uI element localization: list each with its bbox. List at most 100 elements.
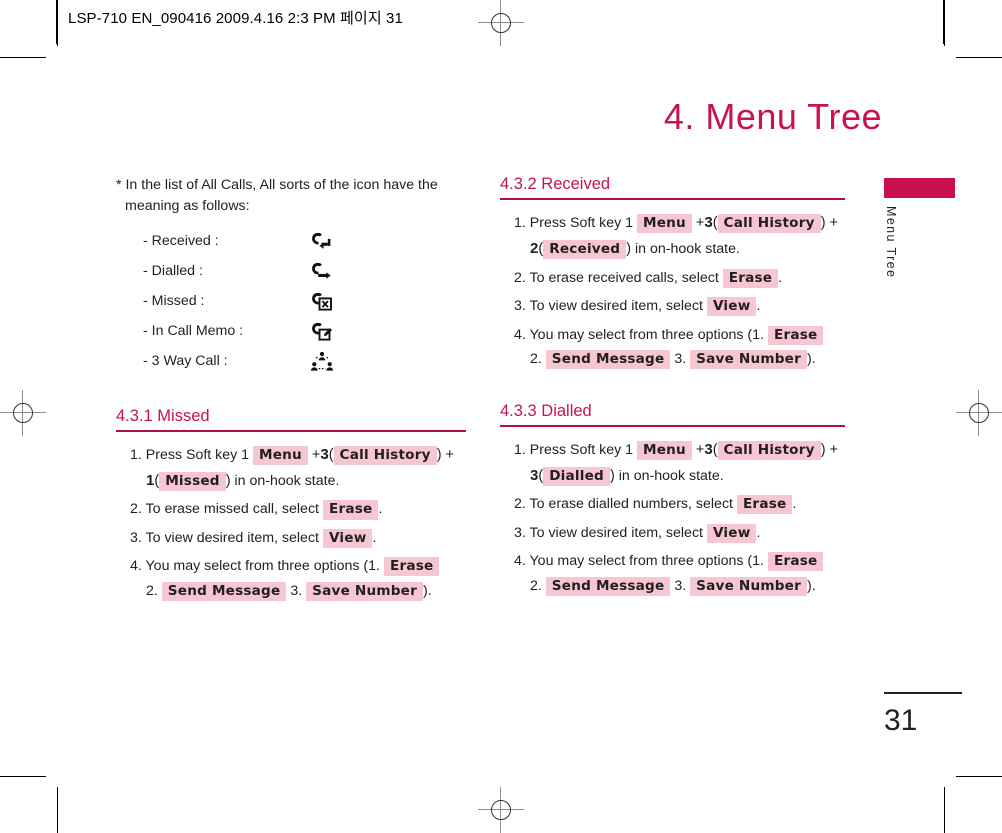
registration-mark-right bbox=[956, 390, 1002, 436]
legend-label-three-way-call: - 3 Way Call : bbox=[143, 352, 228, 369]
step-dialled-2-text: 2. To erase dialled numbers, select bbox=[514, 496, 733, 513]
paren-close-2: ) bbox=[225, 472, 231, 489]
key-menu[interactable]: Menu bbox=[253, 445, 308, 465]
key-option-save-number[interactable]: Save Number bbox=[306, 581, 424, 601]
header-right-rule bbox=[943, 0, 944, 44]
key-received[interactable]: Received bbox=[543, 239, 627, 259]
legend-label-in-call-memo: - In Call Memo : bbox=[143, 322, 244, 339]
step-missed-1-tail: in on-hook state. bbox=[234, 472, 340, 489]
step-dialled-4-line2: 2. Send Message 3. Save Number). bbox=[514, 574, 865, 598]
key-option-erase[interactable]: Erase bbox=[767, 552, 824, 572]
step-missed-1: 1. Press Soft key 1 Menu +3(Call History… bbox=[130, 442, 481, 494]
registration-mark-top bbox=[478, 0, 524, 46]
step-dialled-1-tail: in on-hook state. bbox=[618, 467, 724, 484]
section-heading-missed: 4.3.1 Missed bbox=[116, 406, 210, 425]
key-call-history[interactable]: Call History bbox=[717, 214, 821, 234]
step-received-1-tail: in on-hook state. bbox=[635, 240, 740, 257]
call-received-icon bbox=[311, 230, 337, 254]
trim-mark-top-right-v bbox=[944, 0, 945, 46]
key-view[interactable]: View bbox=[706, 523, 757, 543]
step-dialled-4: 4. You may select from three options (1.… bbox=[514, 549, 865, 598]
key-erase[interactable]: Erase bbox=[322, 500, 379, 520]
step-dialled-3-text: 3. To view desired item, select bbox=[514, 524, 703, 541]
key-option-erase[interactable]: Erase bbox=[383, 557, 440, 577]
key-option-save-number[interactable]: Save Number bbox=[690, 350, 808, 370]
header-slug: LSP-710 EN_090416 2009.4.16 2:3 PM 페이지 3… bbox=[68, 10, 403, 27]
step-received-3: 3. To view desired item, select View. bbox=[514, 294, 865, 318]
step-dialled-2: 2. To erase dialled numbers, select Eras… bbox=[514, 492, 865, 516]
option-number-2: 2. bbox=[530, 351, 542, 368]
step-dialled-4-tail: ). bbox=[807, 577, 816, 594]
icon-legend-list: - Received : - Dialled : - Missed: - In… bbox=[116, 227, 481, 377]
key-option-save-number[interactable]: Save Number bbox=[690, 576, 808, 596]
step-received-1: 1. Press Soft key 1 Menu +3(Call History… bbox=[514, 210, 865, 262]
key-dialled[interactable]: Dialled bbox=[543, 466, 610, 486]
section-dialled: 4.3.3 Dialled 1. Press Soft key 1 Menu +… bbox=[500, 402, 865, 599]
key-option-send-message[interactable]: Send Message bbox=[161, 581, 287, 601]
step-received-4-line2: 2. Send Message 3. Save Number). bbox=[514, 347, 865, 371]
three-way-call-icon bbox=[311, 350, 337, 374]
key-call-history[interactable]: Call History bbox=[717, 440, 821, 460]
paren-close-2: ) bbox=[626, 240, 632, 257]
section-heading-received: 4.3.2 Received bbox=[500, 175, 611, 193]
step-received-4-tail: ). bbox=[807, 351, 816, 368]
note-lead-text: * In the list of All Calls, All sorts of… bbox=[116, 175, 465, 218]
legend-item-received: - Received : bbox=[116, 227, 481, 257]
call-missed-icon bbox=[311, 290, 337, 314]
step-dialled-4-text: 4. You may select from three options (1. bbox=[514, 553, 764, 570]
note-lead-body: In the list of All Calls, All sorts of t… bbox=[125, 177, 438, 215]
key-view[interactable]: View bbox=[706, 297, 757, 317]
step-received-2-text: 2. To erase received calls, select bbox=[514, 269, 719, 286]
key-option-send-message[interactable]: Send Message bbox=[545, 350, 671, 370]
key-menu[interactable]: Menu bbox=[637, 214, 692, 234]
step-received-3-tail: . bbox=[756, 298, 761, 315]
option-number-3: 3. bbox=[674, 351, 687, 368]
option-number-2: 2. bbox=[530, 577, 542, 594]
left-column: * In the list of All Calls, All sorts of… bbox=[116, 175, 481, 607]
registration-mark-left bbox=[0, 390, 46, 436]
trim-mark-bottom-left-v bbox=[57, 787, 58, 833]
step-received-2: 2. To erase received calls, select Erase… bbox=[514, 266, 865, 290]
key-erase[interactable]: Erase bbox=[722, 268, 779, 288]
option-number-3: 3. bbox=[674, 577, 687, 594]
step-dialled-1-text-a: 1. Press Soft key 1 bbox=[514, 441, 634, 458]
step-received-3-text: 3. To view desired item, select bbox=[514, 298, 703, 315]
paren-close-2: ) bbox=[609, 467, 615, 484]
in-call-memo-icon bbox=[311, 320, 337, 344]
paren-close-1: ) bbox=[820, 215, 826, 231]
key-option-erase[interactable]: Erase bbox=[767, 325, 824, 345]
step-received-2-tail: . bbox=[778, 269, 783, 286]
key-view[interactable]: View bbox=[322, 528, 373, 548]
key-menu[interactable]: Menu bbox=[637, 440, 692, 460]
legend-item-dialled: - Dialled : bbox=[116, 257, 481, 287]
step-received-4: 4. You may select from three options (1.… bbox=[514, 323, 865, 372]
section-received: 4.3.2 Received 1. Press Soft key 1 Menu … bbox=[500, 175, 865, 372]
step-received-1-line2: 2(Received) in on-hook state. bbox=[514, 236, 865, 262]
section-rule-missed bbox=[116, 429, 466, 432]
section-rule-received bbox=[500, 198, 845, 200]
key-call-history[interactable]: Call History bbox=[333, 445, 437, 465]
step-dialled-3: 3. To view desired item, select View. bbox=[514, 521, 865, 545]
step-missed-4-text: 4. You may select from three options (1. bbox=[130, 558, 380, 575]
step-missed-1-text-a: 1. Press Soft key 1 bbox=[130, 446, 250, 463]
call-dialled-icon bbox=[311, 260, 337, 284]
legend-label-missed: - Missed : bbox=[143, 292, 205, 309]
key-option-send-message[interactable]: Send Message bbox=[545, 576, 671, 596]
key-erase[interactable]: Erase bbox=[736, 495, 793, 515]
step-missed-3-text: 3. To view desired item, select bbox=[130, 529, 319, 546]
icon-legend-note: * In the list of All Calls, All sorts of… bbox=[116, 175, 481, 377]
trim-mark-top-right-h bbox=[956, 57, 1002, 58]
step-dialled-1: 1. Press Soft key 1 Menu +3(Call History… bbox=[514, 437, 865, 489]
key-missed[interactable]: Missed bbox=[159, 471, 226, 491]
note-marker: * bbox=[116, 177, 122, 193]
right-column: 4.3.2 Received 1. Press Soft key 1 Menu … bbox=[500, 175, 865, 602]
step-missed-4-tail: ). bbox=[423, 582, 432, 599]
legend-label-dialled: - Dialled : bbox=[143, 262, 203, 279]
step-missed-4: 4. You may select from three options (1.… bbox=[130, 554, 481, 603]
registration-mark-bottom bbox=[478, 787, 524, 833]
section-rule-dialled bbox=[500, 424, 845, 427]
steps-missed: 1. Press Soft key 1 Menu +3(Call History… bbox=[116, 442, 481, 604]
section-heading-dialled: 4.3.3 Dialled bbox=[500, 401, 592, 420]
key-number-3: 3 bbox=[704, 214, 713, 231]
option-number-3: 3. bbox=[290, 582, 303, 599]
